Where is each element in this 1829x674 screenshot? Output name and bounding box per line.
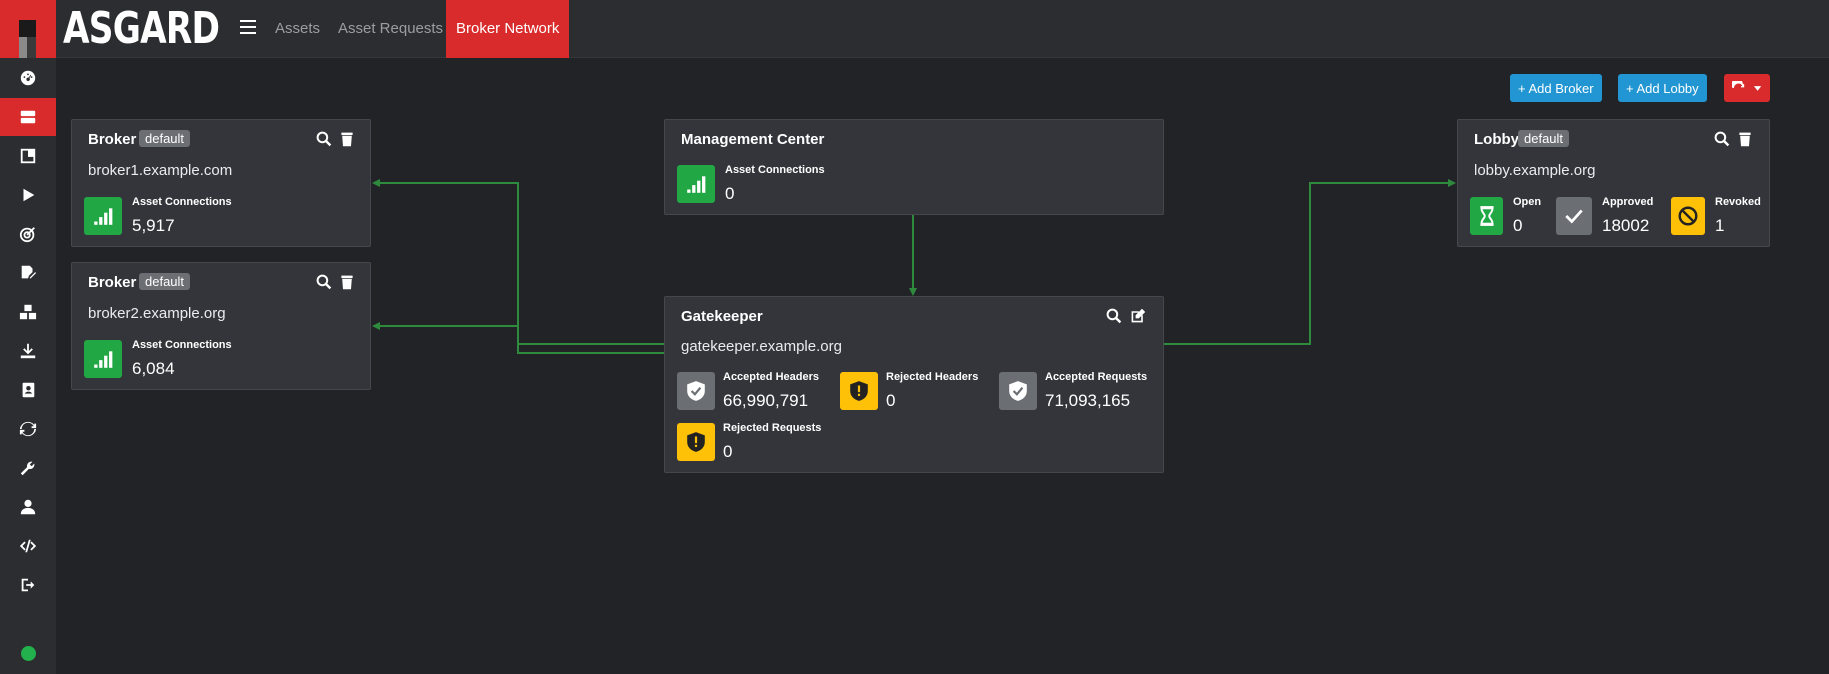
search-icon[interactable] [316,274,332,290]
approved-label: Approved [1602,196,1654,208]
broker-title: Broker [88,131,137,148]
gatekeeper-title: Gatekeeper [681,308,763,325]
accepted-headers-value: 66,990,791 [723,391,809,410]
rejected-requests-value: 0 [723,442,733,461]
edit-icon[interactable] [1130,308,1146,324]
signal-icon [677,165,715,203]
ban-icon [1671,197,1705,235]
accepted-headers-label: Accepted Headers [723,371,819,383]
add-lobby-button[interactable]: + Add Lobby [1618,74,1707,102]
lobby-title: Lobby [1474,131,1519,148]
shield-check-icon [999,372,1037,410]
rejected-requests-label: Rejected Requests [723,422,822,434]
gatekeeper-host: gatekeeper.example.org [681,338,842,355]
open-label: Open [1513,196,1542,208]
caret-down-icon [1753,86,1762,91]
asset-connections-value: 6,084 [132,359,175,378]
approved-value: 18002 [1602,216,1650,235]
check-icon [1556,197,1592,235]
asset-connections-label: Asset Connections [725,164,825,176]
rejected-headers-label: Rejected Headers [886,371,979,383]
asset-connections-value: 5,917 [132,216,175,235]
broker-card-2: Broker default broker2.example.org Asset… [71,262,371,390]
signal-icon [84,197,122,235]
hourglass-icon [1470,197,1503,235]
refresh-icon [1732,81,1745,88]
trash-icon[interactable] [339,131,355,147]
accepted-requests-label: Accepted Requests [1045,371,1148,383]
open-value: 0 [1513,216,1523,235]
asset-connections-label: Asset Connections [132,339,232,351]
accepted-requests-value: 71,093,165 [1045,391,1131,410]
rejected-headers-value: 0 [886,391,896,410]
shield-alert-icon [840,372,878,410]
default-badge: default [139,130,191,147]
default-badge: default [139,273,191,290]
trash-icon[interactable] [1737,131,1753,147]
refresh-dropdown-button[interactable] [1724,74,1770,102]
asset-connections-label: Asset Connections [132,196,232,208]
revoked-label: Revoked [1715,196,1761,208]
add-broker-button[interactable]: + Add Broker [1510,74,1602,102]
broker-host: broker2.example.org [88,305,226,322]
signal-icon [84,340,122,378]
search-icon[interactable] [1106,308,1122,324]
search-icon[interactable] [1714,131,1730,147]
management-center-card: Management Center Asset Connections 0 [664,119,1164,215]
lobby-card: Lobby default lobby.example.org Open 0 A… [1457,119,1770,247]
default-badge: default [1518,130,1570,147]
asset-connections-value: 0 [725,184,735,203]
shield-check-icon [677,372,715,410]
shield-alert-icon [677,423,715,461]
trash-icon[interactable] [339,274,355,290]
broker-card-1: Broker default broker1.example.com Asset… [71,119,371,247]
revoked-value: 1 [1715,216,1725,235]
search-icon[interactable] [316,131,332,147]
management-title: Management Center [681,131,825,148]
broker-host: broker1.example.com [88,162,233,179]
lobby-host: lobby.example.org [1474,162,1596,179]
gatekeeper-card: Gatekeeper gatekeeper.example.org Accept… [664,296,1164,473]
broker-title: Broker [88,274,137,291]
